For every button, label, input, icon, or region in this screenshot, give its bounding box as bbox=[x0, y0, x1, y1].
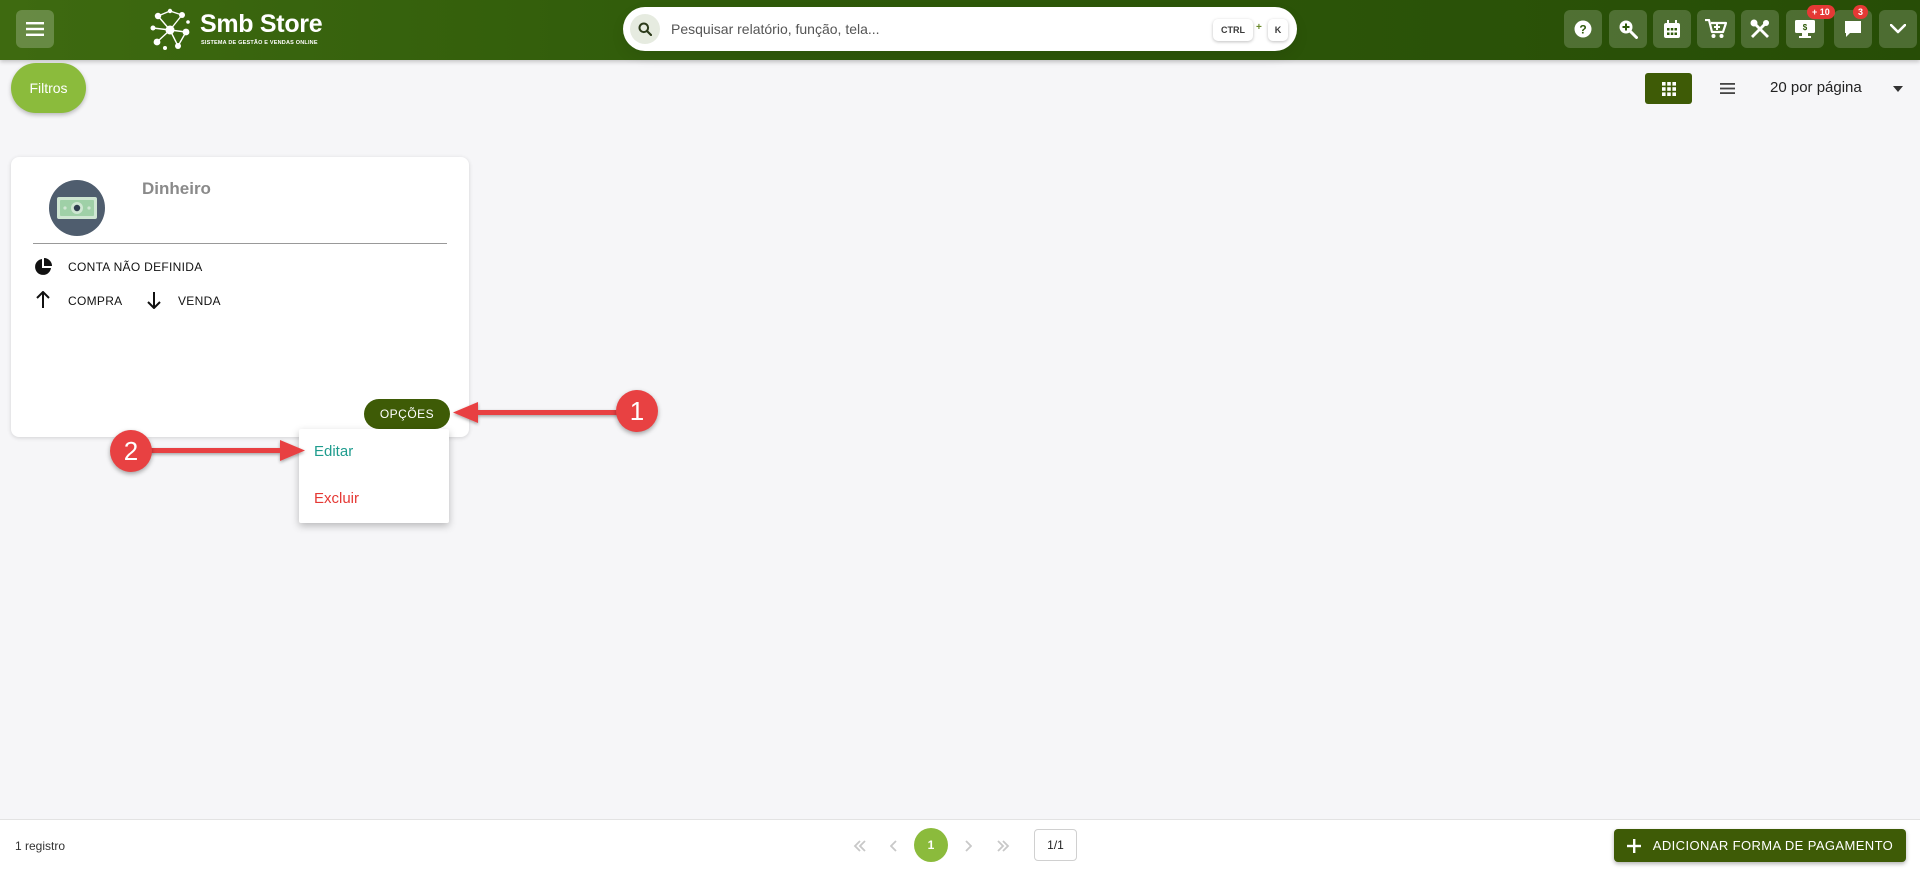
tools-icon bbox=[1750, 19, 1769, 38]
callout-step-2: 2 bbox=[110, 430, 152, 472]
double-chevron-right-icon bbox=[997, 840, 1010, 852]
list-icon bbox=[1719, 83, 1735, 94]
chevron-left-icon bbox=[890, 840, 897, 852]
logo-network-icon bbox=[150, 8, 190, 50]
menu-button[interactable] bbox=[16, 10, 54, 48]
card-divider bbox=[33, 243, 447, 244]
filters-button[interactable]: Filtros bbox=[11, 63, 86, 113]
record-count: 1 registro bbox=[15, 839, 66, 853]
caret-down-icon[interactable] bbox=[1893, 86, 1903, 92]
logo-title: Smb Store bbox=[200, 10, 323, 38]
pie-chart-icon bbox=[33, 257, 53, 277]
logo-subtitle: SISTEMA DE GESTÃO E VENDAS ONLINE bbox=[201, 40, 318, 46]
search-input[interactable] bbox=[671, 17, 1151, 41]
logo[interactable]: Smb Store SISTEMA DE GESTÃO E VENDAS ONL… bbox=[148, 6, 330, 52]
add-payment-method-button[interactable]: ADICIONAR FORMA DE PAGAMENTO bbox=[1614, 829, 1906, 862]
options-button[interactable]: OPÇÕES bbox=[364, 399, 450, 429]
page-total: 1/1 bbox=[1034, 829, 1077, 861]
first-page-button[interactable] bbox=[850, 836, 870, 856]
money-icon bbox=[57, 197, 97, 219]
purchase-label: COMPRA bbox=[68, 294, 123, 308]
account-label: CONTA NÃO DEFINIDA bbox=[68, 260, 203, 274]
cart-button[interactable] bbox=[1697, 10, 1735, 48]
help-icon: ? bbox=[1574, 20, 1592, 38]
payment-method-card: Dinheiro CONTA NÃO DEFINIDA COMPRA VENDA… bbox=[11, 157, 469, 437]
callout-step-1: 1 bbox=[616, 390, 658, 432]
calendar-icon bbox=[1664, 20, 1680, 38]
chat-icon bbox=[1845, 21, 1861, 37]
plus-icon bbox=[1626, 838, 1641, 853]
options-menu: Editar Excluir bbox=[299, 429, 449, 523]
arrow-down-icon bbox=[144, 290, 164, 310]
hamburger-icon bbox=[26, 22, 44, 36]
svg-text:$: $ bbox=[1803, 23, 1808, 32]
shortcut-ctrl-key: CTRL bbox=[1213, 19, 1253, 41]
prev-page-button[interactable] bbox=[884, 836, 904, 856]
chat-button[interactable]: 3 bbox=[1834, 5, 1872, 48]
calendar-button[interactable] bbox=[1653, 10, 1691, 48]
global-search: CTRL + K bbox=[623, 7, 1297, 51]
menu-item-delete[interactable]: Excluir bbox=[314, 490, 359, 507]
tools-button[interactable] bbox=[1741, 10, 1779, 48]
sale-label: VENDA bbox=[178, 294, 221, 308]
menu-item-edit[interactable]: Editar bbox=[314, 443, 353, 460]
card-title: Dinheiro bbox=[142, 179, 211, 198]
shortcut-k-key: K bbox=[1268, 19, 1288, 41]
per-page-select[interactable]: 20 por página bbox=[1770, 79, 1862, 96]
top-header: Smb Store SISTEMA DE GESTÃO E VENDAS ONL… bbox=[0, 0, 1920, 60]
grid-icon bbox=[1661, 81, 1676, 96]
chevron-right-icon bbox=[965, 840, 972, 852]
current-page[interactable]: 1 bbox=[914, 828, 948, 862]
arrow-up-icon bbox=[33, 290, 53, 310]
last-page-button[interactable] bbox=[993, 836, 1013, 856]
help-button[interactable]: ? bbox=[1564, 10, 1602, 48]
footer-bar: 1 registro 1 1/1 ADICIONAR FORMA DE PAGA… bbox=[0, 819, 1920, 869]
double-chevron-left-icon bbox=[853, 840, 866, 852]
monitor-icon: $ bbox=[1795, 20, 1815, 38]
monitor-badge: + 10 bbox=[1807, 5, 1835, 19]
add-button-label: ADICIONAR FORMA DE PAGAMENTO bbox=[1652, 838, 1894, 853]
next-page-button[interactable] bbox=[958, 836, 978, 856]
chevron-down-icon bbox=[1890, 24, 1906, 34]
shortcut-plus: + bbox=[1256, 22, 1262, 33]
grid-view-button[interactable] bbox=[1645, 73, 1692, 104]
account-dropdown-button[interactable] bbox=[1879, 10, 1917, 48]
zoom-search-icon bbox=[1619, 20, 1638, 39]
chat-badge: 3 bbox=[1853, 5, 1869, 19]
cart-icon bbox=[1705, 19, 1727, 38]
search-icon[interactable] bbox=[630, 14, 660, 44]
money-avatar bbox=[49, 180, 105, 236]
list-view-button[interactable] bbox=[1712, 73, 1742, 104]
monitor-button[interactable]: $ + 10 bbox=[1786, 5, 1835, 48]
svg-text:?: ? bbox=[1579, 23, 1586, 37]
zoom-search-button[interactable] bbox=[1609, 10, 1647, 48]
